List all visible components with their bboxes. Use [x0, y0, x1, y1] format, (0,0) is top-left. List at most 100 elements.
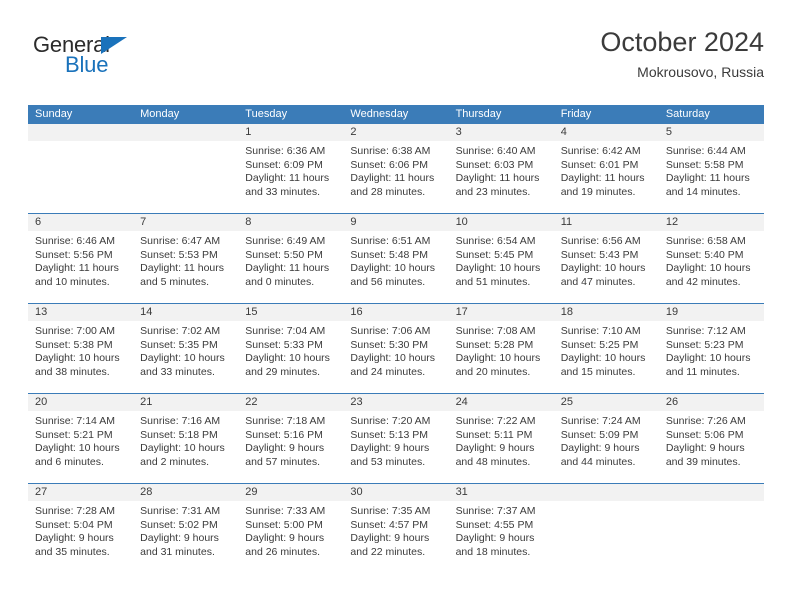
logo-text-blue: Blue — [65, 52, 109, 77]
day-cell[interactable]: 2 Sunrise: 6:38 AM Sunset: 6:06 PM Daylight… — [343, 124, 449, 213]
daylight-text-line1: Daylight: 11 hours — [455, 172, 540, 185]
day-cell[interactable]: 4 Sunrise: 6:42 AM Sunset: 6:01 PM Daylight… — [553, 124, 659, 213]
day-cell[interactable]: 11 Sunrise: 6:56 AM Sunset: 5:43 PM Dayligh… — [553, 214, 659, 303]
day-cell[interactable]: 12 Sunrise: 6:58 AM Sunset: 5:40 PM Dayligh… — [658, 214, 764, 303]
day-sun-info: Sunrise: 7:08 AM Sunset: 5:28 PM Daylight:… — [449, 321, 554, 380]
daylight-text-line1: Daylight: 9 hours — [245, 532, 325, 545]
day-sun-info: Sunrise: 7:24 AM Sunset: 5:09 PM Daylight:… — [554, 411, 659, 470]
week-row: 27 Sunrise: 7:28 AM Sunset: 5:04 PM Dayligh… — [28, 483, 764, 573]
day-cell-empty[interactable] — [553, 484, 659, 573]
sunset-text: Sunset: 5:09 PM — [560, 428, 639, 441]
sunrise-text: Sunrise: 7:14 AM — [35, 415, 115, 427]
day-cell[interactable]: 15 Sunrise: 7:04 AM Sunset: 5:33 PM Dayligh… — [238, 304, 344, 393]
sunset-text: Sunset: 6:06 PM — [350, 158, 429, 171]
daylight-text-line1: Daylight: 10 hours — [560, 262, 646, 275]
sunset-text: Sunset: 5:48 PM — [350, 248, 429, 261]
day-cell[interactable]: 29 Sunrise: 7:33 AM Sunset: 5:00 PM Dayligh… — [238, 484, 344, 573]
day-cell-empty[interactable] — [658, 484, 764, 573]
day-cell[interactable]: 23 Sunrise: 7:20 AM Sunset: 5:13 PM Dayligh… — [343, 394, 449, 483]
day-number: 16 — [343, 304, 449, 321]
day-cell[interactable]: 13 Sunrise: 7:00 AM Sunset: 5:38 PM Dayligh… — [28, 304, 134, 393]
daylight-text-line1: Daylight: 9 hours — [665, 442, 745, 455]
sunrise-text: Sunrise: 7:22 AM — [455, 415, 536, 427]
day-cell[interactable]: 10 Sunrise: 6:54 AM Sunset: 5:45 PM Dayligh… — [448, 214, 554, 303]
day-cell[interactable]: 24 Sunrise: 7:22 AM Sunset: 5:11 PM Dayligh… — [448, 394, 554, 483]
daylight-text-line2: and 22 minutes. — [350, 546, 426, 559]
day-sun-info: Sunrise: 7:12 AM Sunset: 5:23 PM Daylight:… — [659, 321, 764, 380]
day-number: 9 — [343, 214, 449, 231]
page-title: October 2024 — [600, 27, 764, 57]
title-block: October 2024 Mokrousovo, Russia — [600, 26, 764, 82]
day-cell[interactable]: 6 Sunrise: 6:46 AM Sunset: 5:56 PM Daylight… — [28, 214, 134, 303]
day-number: 2 — [343, 124, 449, 141]
day-cell[interactable]: 17 Sunrise: 7:08 AM Sunset: 5:28 PM Dayligh… — [448, 304, 554, 393]
day-cell[interactable]: 7 Sunrise: 6:47 AM Sunset: 5:53 PM Daylight… — [133, 214, 239, 303]
sunrise-text: Sunrise: 6:44 AM — [665, 145, 746, 157]
daylight-text-line1: Daylight: 10 hours — [665, 352, 751, 365]
daylight-text-line2: and 51 minutes. — [455, 276, 531, 289]
day-cell[interactable]: 27 Sunrise: 7:28 AM Sunset: 5:04 PM Dayligh… — [28, 484, 134, 573]
day-cell[interactable]: 28 Sunrise: 7:31 AM Sunset: 5:02 PM Dayligh… — [133, 484, 239, 573]
day-cell[interactable]: 25 Sunrise: 7:24 AM Sunset: 5:09 PM Dayligh… — [553, 394, 659, 483]
day-number: 28 — [133, 484, 239, 501]
day-number — [553, 484, 659, 501]
day-cell[interactable]: 19 Sunrise: 7:12 AM Sunset: 5:23 PM Dayligh… — [658, 304, 764, 393]
day-cell[interactable]: 18 Sunrise: 7:10 AM Sunset: 5:25 PM Dayligh… — [553, 304, 659, 393]
day-sun-info: Sunrise: 7:28 AM Sunset: 5:04 PM Daylight:… — [28, 501, 133, 560]
daylight-text-line2: and 57 minutes. — [245, 456, 320, 469]
day-cell[interactable]: 1 Sunrise: 6:36 AM Sunset: 6:09 PM Daylight… — [238, 124, 344, 213]
day-number: 22 — [238, 394, 344, 411]
day-cell-empty[interactable] — [28, 124, 134, 213]
sunrise-text: Sunrise: 6:36 AM — [245, 145, 326, 157]
day-cell[interactable]: 22 Sunrise: 7:18 AM Sunset: 5:16 PM Dayligh… — [238, 394, 344, 483]
sunset-text: Sunset: 5:50 PM — [245, 248, 323, 261]
day-cell[interactable]: 14 Sunrise: 7:02 AM Sunset: 5:35 PM Dayligh… — [133, 304, 239, 393]
day-sun-info: Sunrise: 7:02 AM Sunset: 5:35 PM Daylight:… — [133, 321, 238, 380]
day-cell[interactable]: 8 Sunrise: 6:49 AM Sunset: 5:50 PM Daylight… — [238, 214, 344, 303]
daylight-text-line1: Daylight: 11 hours — [245, 262, 330, 275]
day-cell[interactable]: 3 Sunrise: 6:40 AM Sunset: 6:03 PM Daylight… — [448, 124, 554, 213]
day-cell[interactable]: 26 Sunrise: 7:26 AM Sunset: 5:06 PM Dayligh… — [658, 394, 764, 483]
day-cell[interactable]: 30 Sunrise: 7:35 AM Sunset: 4:57 PM Dayligh… — [343, 484, 449, 573]
sunset-text: Sunset: 5:06 PM — [665, 428, 744, 441]
sunset-text: Sunset: 6:01 PM — [560, 158, 639, 171]
day-sun-info: Sunrise: 7:35 AM Sunset: 4:57 PM Daylight:… — [343, 501, 448, 560]
day-cell[interactable]: 9 Sunrise: 6:51 AM Sunset: 5:48 PM Daylight… — [343, 214, 449, 303]
sunrise-text: Sunrise: 7:26 AM — [665, 415, 746, 427]
daylight-text-line2: and 20 minutes. — [455, 366, 531, 379]
sunset-text: Sunset: 6:03 PM — [455, 158, 534, 171]
sunrise-text: Sunrise: 7:10 AM — [560, 325, 641, 337]
daylight-text-line1: Daylight: 9 hours — [350, 532, 430, 545]
day-cell-empty[interactable] — [133, 124, 239, 213]
sunrise-text: Sunrise: 7:28 AM — [35, 505, 115, 517]
day-sun-info: Sunrise: 7:33 AM Sunset: 5:00 PM Daylight:… — [238, 501, 343, 560]
day-cell[interactable]: 16 Sunrise: 7:06 AM Sunset: 5:30 PM Dayligh… — [343, 304, 449, 393]
day-sun-info: Sunrise: 7:14 AM Sunset: 5:21 PM Daylight:… — [28, 411, 133, 470]
sunset-text: Sunset: 5:56 PM — [35, 248, 113, 261]
sunset-text: Sunset: 5:21 PM — [35, 428, 113, 441]
day-number: 11 — [553, 214, 659, 231]
day-number: 18 — [553, 304, 659, 321]
sunrise-text: Sunrise: 7:35 AM — [350, 505, 431, 517]
daylight-text-line2: and 39 minutes. — [665, 456, 741, 469]
day-cell[interactable]: 5 Sunrise: 6:44 AM Sunset: 5:58 PM Daylight… — [658, 124, 764, 213]
day-cell[interactable]: 31 Sunrise: 7:37 AM Sunset: 4:55 PM Dayligh… — [448, 484, 554, 573]
general-blue-logo: General Blue — [33, 32, 233, 88]
daylight-text-line2: and 14 minutes. — [665, 186, 741, 199]
day-sun-info: Sunrise: 7:16 AM Sunset: 5:18 PM Daylight:… — [133, 411, 238, 470]
day-number: 8 — [238, 214, 344, 231]
sunrise-text: Sunrise: 6:40 AM — [455, 145, 536, 157]
day-cell[interactable]: 20 Sunrise: 7:14 AM Sunset: 5:21 PM Dayligh… — [28, 394, 134, 483]
weekday-thursday: Thursday — [455, 108, 502, 120]
day-cell[interactable]: 21 Sunrise: 7:16 AM Sunset: 5:18 PM Dayligh… — [133, 394, 239, 483]
day-number: 19 — [658, 304, 764, 321]
sunset-text: Sunset: 5:38 PM — [35, 338, 113, 351]
daylight-text-line2: and 11 minutes. — [665, 366, 740, 379]
sunrise-text: Sunrise: 6:51 AM — [350, 235, 431, 247]
sunrise-text: Sunrise: 7:06 AM — [350, 325, 431, 337]
sunset-text: Sunset: 5:02 PM — [140, 518, 218, 531]
week-row: 13 Sunrise: 7:00 AM Sunset: 5:38 PM Dayligh… — [28, 303, 764, 393]
daylight-text-line2: and 29 minutes. — [245, 366, 320, 379]
day-number: 13 — [28, 304, 134, 321]
weekday-monday: Monday — [140, 108, 180, 120]
